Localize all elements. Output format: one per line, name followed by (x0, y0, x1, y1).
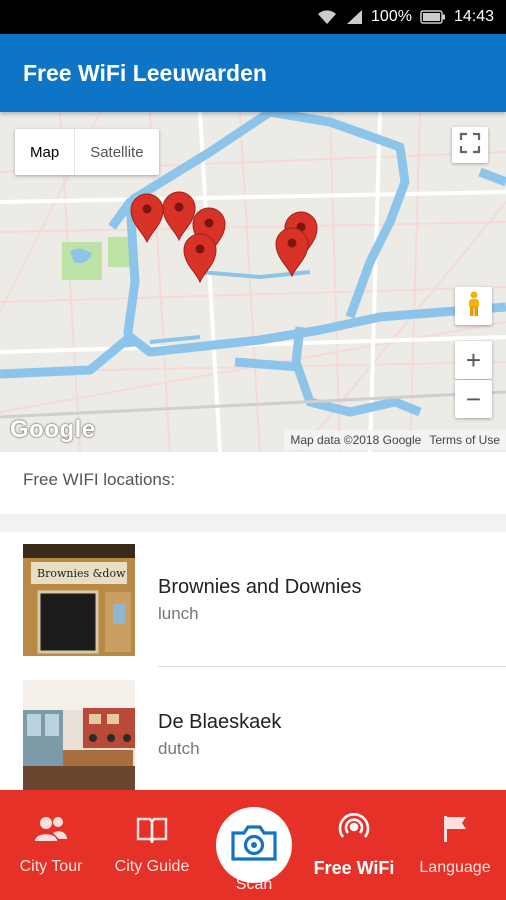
street-view-button[interactable] (455, 287, 492, 325)
nav-city-tour[interactable]: City Tour (0, 790, 102, 900)
scan-button[interactable] (216, 807, 292, 883)
book-icon (136, 815, 168, 848)
map-attribution: Map data ©2018 Google (290, 433, 422, 447)
app-bar: Free WiFi Leeuwarden (0, 34, 506, 112)
nav-label: Language (419, 858, 491, 876)
section-divider (0, 514, 506, 532)
location-category: dutch (158, 739, 200, 758)
google-logo: Google (10, 416, 96, 443)
pegman-icon (466, 291, 482, 322)
location-name: De Blaeskaek (158, 711, 282, 733)
nav-city-guide[interactable]: City Guide (102, 790, 202, 900)
wifi-signal-icon (338, 811, 370, 848)
nav-language[interactable]: Language (404, 790, 506, 900)
map-type-satellite-button[interactable]: Satellite (74, 129, 158, 175)
signal-icon (345, 9, 363, 25)
location-name: Brownies and Downies (158, 576, 362, 598)
nav-free-wifi[interactable]: Free WiFi (304, 790, 404, 900)
fullscreen-button[interactable] (452, 127, 488, 163)
people-icon (35, 815, 67, 848)
map-marker[interactable] (183, 233, 217, 284)
clock: 14:43 (453, 8, 494, 25)
bottom-navigation: City Tour City Guide Scan Free WiFi Lang… (0, 790, 506, 900)
flag-icon (442, 814, 468, 849)
battery-percentage: 100% (371, 8, 412, 25)
location-thumbnail (23, 680, 135, 792)
camera-icon (229, 824, 279, 867)
map-type-map-button[interactable]: Map (15, 129, 74, 175)
terms-of-use-link[interactable]: Terms of Use (429, 433, 500, 447)
status-bar: 100% 14:43 (0, 0, 506, 34)
zoom-in-button[interactable]: + (455, 341, 492, 379)
scan-label: Scan (235, 876, 273, 893)
battery-icon (420, 10, 446, 24)
list-item[interactable]: De Blaeskaek dutch (0, 667, 506, 802)
location-category: lunch (158, 604, 199, 623)
wifi-icon (317, 9, 337, 25)
map-marker[interactable] (275, 227, 309, 278)
nav-label: City Tour (19, 857, 83, 875)
map-type-toggle: Map Satellite (15, 129, 159, 175)
list-item[interactable]: Brownies &dow Brownies and Downies lunch (0, 532, 506, 667)
nav-label: Free WiFi (313, 858, 395, 878)
svg-text:Brownies &dow: Brownies &dow (37, 567, 126, 580)
app-title: Free WiFi Leeuwarden (23, 59, 267, 86)
map-attribution-bar: Map data ©2018 Google Terms of Use (284, 430, 506, 450)
fullscreen-icon (459, 132, 481, 159)
map-marker[interactable] (130, 193, 164, 244)
location-list: Brownies &dow Brownies and Downies lunch (0, 532, 506, 802)
locations-heading: Free WIFI locations: (23, 470, 176, 489)
nav-label: City Guide (114, 857, 190, 875)
location-thumbnail: Brownies &dow (23, 544, 135, 656)
zoom-out-button[interactable]: − (455, 380, 492, 418)
map-marker[interactable] (162, 191, 196, 242)
